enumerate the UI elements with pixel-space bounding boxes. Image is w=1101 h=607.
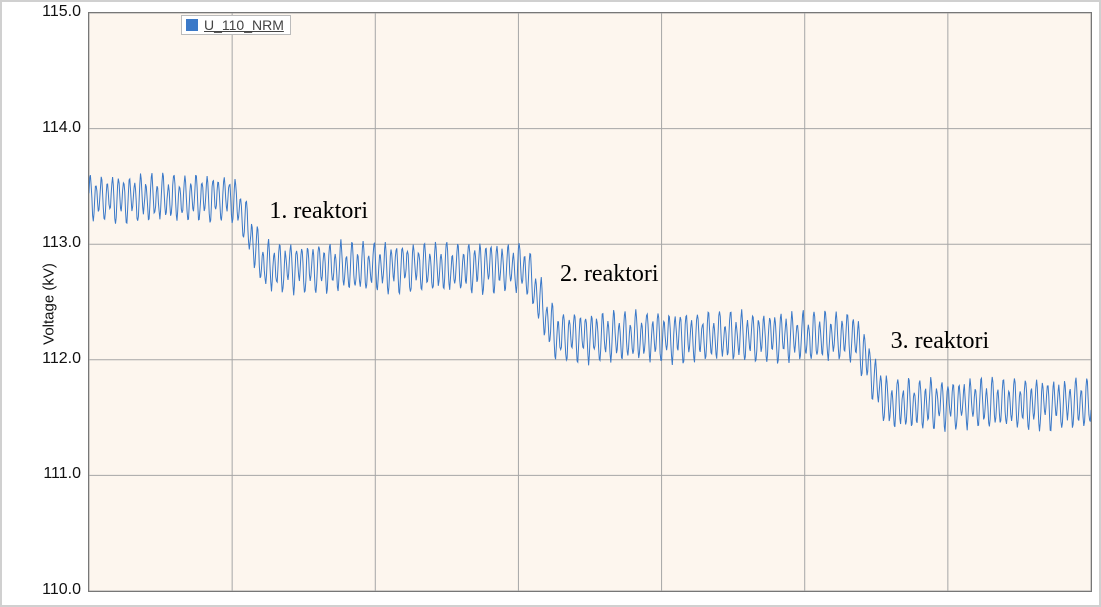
annotation-1: 1. reaktori (269, 198, 368, 225)
y-tick-label: 115.0 (42, 3, 81, 21)
legend-swatch (186, 19, 198, 31)
y-tick-label: 111.0 (43, 465, 81, 483)
series-line (89, 173, 1091, 432)
chart-frame: Voltage (kV) 115.0 114.0 113.0 112.0 111… (0, 0, 1101, 607)
y-tick-label: 110.0 (42, 581, 81, 599)
y-tick-label: 113.0 (42, 234, 81, 252)
legend: U_110_NRM (181, 15, 291, 35)
annotation-2: 2. reaktori (560, 261, 659, 288)
plot-area: U_110_NRM 1. reaktori 2. reaktori 3. rea… (88, 12, 1092, 592)
plot-svg (89, 13, 1091, 591)
annotation-3: 3. reaktori (891, 328, 990, 355)
y-axis-label: Voltage (kV) (40, 263, 57, 345)
y-tick-label: 114.0 (42, 119, 81, 137)
legend-label: U_110_NRM (204, 17, 284, 33)
y-tick-label: 112.0 (42, 350, 81, 368)
